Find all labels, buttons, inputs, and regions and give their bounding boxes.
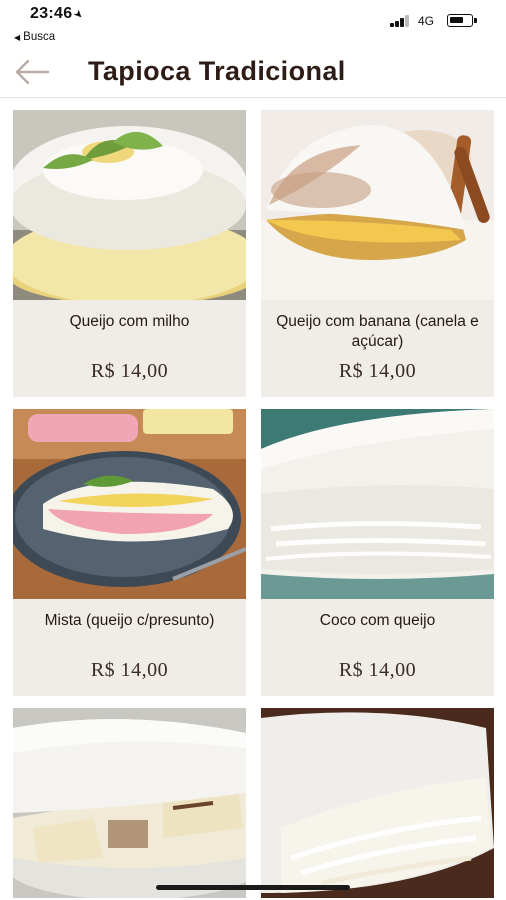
status-time-text: 23:46 bbox=[30, 5, 73, 22]
page-title: Tapioca Tradicional bbox=[88, 56, 346, 86]
product-photo bbox=[261, 409, 494, 599]
product-card[interactable]: Coco com queijo R$ 14,00 bbox=[261, 409, 494, 696]
product-name: Mista (queijo c/presunto) bbox=[44, 612, 215, 629]
product-card[interactable] bbox=[13, 708, 246, 898]
product-price: R$ 14,00 bbox=[90, 659, 169, 681]
back-to-app-link[interactable]: ◀ Busca bbox=[14, 31, 55, 43]
product-card[interactable] bbox=[261, 708, 494, 898]
product-name: Coco com queijo bbox=[319, 612, 436, 629]
status-time: 23:46➤ bbox=[30, 5, 87, 23]
product-photo bbox=[13, 409, 246, 599]
back-arrow-icon[interactable] bbox=[14, 58, 50, 86]
product-price: R$ 14,00 bbox=[338, 360, 417, 382]
product-card[interactable]: Mista (queijo c/presunto) R$ 14,00 bbox=[13, 409, 246, 696]
product-photo bbox=[261, 110, 494, 300]
product-card[interactable]: Queijo com milho R$ 14,00 bbox=[13, 110, 246, 397]
battery-icon bbox=[447, 14, 477, 27]
location-arrow-icon: ➤ bbox=[71, 7, 87, 23]
network-type: 4G bbox=[418, 14, 435, 28]
back-app-label: Busca bbox=[23, 31, 56, 43]
product-name: Queijo com milho bbox=[69, 313, 190, 330]
product-card[interactable]: Queijo com banana (canela e açúcar) R$ 1… bbox=[261, 110, 494, 397]
product-price: R$ 14,00 bbox=[338, 659, 417, 681]
page-header: Tapioca Tradicional bbox=[0, 46, 506, 98]
product-photo bbox=[13, 708, 246, 898]
status-bar: 23:46➤ ◀ Busca 4G bbox=[0, 0, 506, 46]
home-indicator[interactable] bbox=[156, 885, 350, 890]
product-photo bbox=[13, 110, 246, 300]
product-name: Queijo com banana (canela e açúcar) bbox=[276, 313, 479, 350]
product-photo bbox=[261, 708, 494, 898]
back-triangle-icon: ◀ bbox=[14, 33, 21, 42]
signal-icon bbox=[390, 15, 412, 27]
product-price: R$ 14,00 bbox=[90, 360, 169, 382]
